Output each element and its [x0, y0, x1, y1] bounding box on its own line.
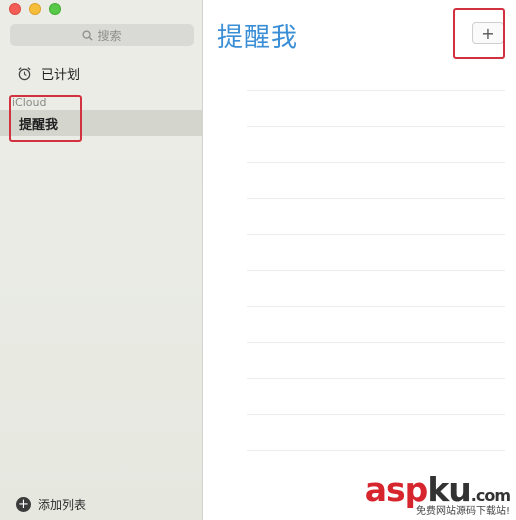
sidebar-item-scheduled[interactable]: 已计划: [17, 64, 80, 83]
reminder-list-pane: 提醒我 +: [204, 0, 516, 520]
search-placeholder: 搜索: [97, 28, 122, 43]
add-reminder-button[interactable]: +: [472, 22, 504, 44]
list-title: 提醒我: [217, 23, 299, 53]
watermark-subtitle: 免费网站源码下载站!: [415, 506, 510, 517]
add-list-button[interactable]: + 添加列表: [16, 496, 86, 513]
empty-reminder-row[interactable]: [247, 306, 505, 307]
window-controls: [9, 3, 61, 15]
empty-reminder-row[interactable]: [247, 234, 505, 235]
empty-reminder-row[interactable]: [247, 126, 505, 127]
empty-reminder-row[interactable]: [247, 162, 505, 163]
section-label-icloud: iCloud: [12, 96, 47, 109]
sidebar-item-reminders[interactable]: 提醒我: [0, 110, 202, 136]
empty-reminder-row[interactable]: [247, 378, 505, 379]
sidebar-item-label: 提醒我: [19, 117, 59, 133]
empty-reminder-row[interactable]: [247, 414, 505, 415]
empty-reminder-row[interactable]: [247, 450, 505, 451]
reminders-window: 搜索 已计划 iCloud 提醒我 + 添加列表 提醒我 + aspku.com…: [0, 0, 516, 520]
empty-reminder-row[interactable]: [247, 198, 505, 199]
close-window-button[interactable]: [9, 3, 21, 15]
empty-reminder-row[interactable]: [247, 342, 505, 343]
empty-reminder-row[interactable]: [247, 270, 505, 271]
sidebar: 搜索 已计划 iCloud 提醒我 + 添加列表: [0, 0, 203, 520]
plus-icon: +: [481, 23, 495, 43]
minimize-window-button[interactable]: [29, 3, 41, 15]
add-list-label: 添加列表: [38, 498, 87, 512]
sidebar-item-label: 已计划: [41, 68, 81, 83]
maximize-window-button[interactable]: [49, 3, 61, 15]
plus-circle-icon: +: [16, 497, 31, 512]
search-input[interactable]: 搜索: [10, 24, 194, 46]
search-icon: [82, 29, 94, 41]
empty-reminder-row[interactable]: [247, 90, 505, 91]
alarm-clock-icon: [18, 67, 31, 81]
